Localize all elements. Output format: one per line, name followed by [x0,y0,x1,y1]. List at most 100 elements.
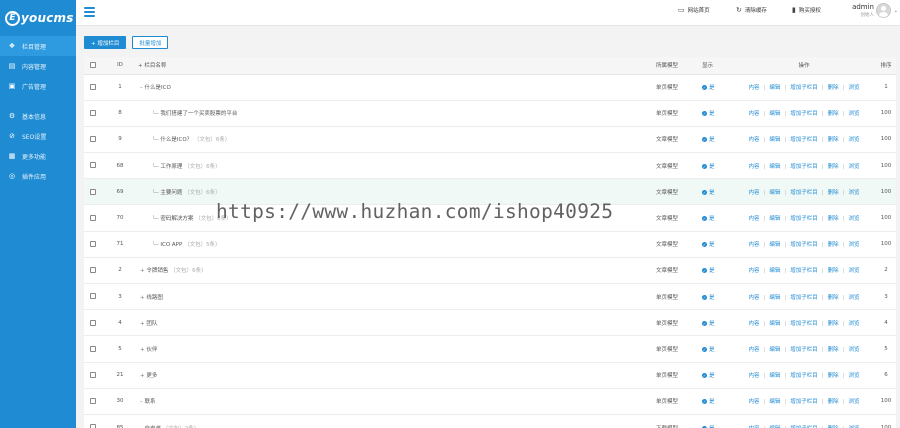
op-link-1[interactable]: 编辑 [769,295,780,301]
op-link-0[interactable]: 内容 [748,399,759,405]
table-row[interactable]: 4 + 团队 单页模型 ✓ 是内容 | 编辑 | 增加子栏目 | 删除 | 浏览 4 [84,310,896,336]
sidebar-item[interactable]: ◎ 插件应用 [0,166,76,186]
op-link-4[interactable]: 浏览 [848,164,859,170]
table-row[interactable]: 68 └─ 工作原理 （文包）6条） 文章模型 ✓ 是内容 | 编辑 | 增加子栏目 | 删除 | 浏览… [84,153,896,179]
sidebar-item[interactable]: ▤ 内容管理 [0,56,76,76]
row-checkbox[interactable] [90,424,96,428]
row-checkbox[interactable] [90,136,96,143]
tree-toggle[interactable]: + [140,347,145,353]
row-checkbox[interactable] [90,398,96,405]
op-link-0[interactable]: 内容 [748,373,759,379]
sidebar-item[interactable]: ❖ 栏目管理 [0,36,76,56]
op-link-1[interactable]: 编辑 [769,242,780,248]
row-select[interactable] [84,126,102,152]
table-row[interactable]: 8 └─ 我们搭建了一个买卖股票的平台 单页模型 ✓ 是内容 | 编辑 | 增加子栏目 | 删除 |… [84,100,896,127]
tree-toggle[interactable]: + [140,295,145,301]
op-link-4[interactable]: 浏览 [848,190,859,196]
op-link-2[interactable]: 增加子栏目 [790,85,818,91]
op-link-3[interactable]: 删除 [828,242,839,248]
show-toggle[interactable]: ✓是 [702,284,732,310]
row-checkbox[interactable] [90,319,96,326]
table-row[interactable]: 3 + 线路图 单页模型 ✓ 是内容 | 编辑 | 增加子栏目 | 删除 | 浏览 3 [84,284,896,310]
admin-menu[interactable]: admin 创始人 [852,3,874,18]
show-toggle[interactable]: ✓是 [702,310,732,336]
op-link-2[interactable]: 增加子栏目 [790,295,818,301]
table-row[interactable]: 2 + 令牌销售 （文包）6条） 文章模型 ✓ 是内容 | 编辑 | 增加子栏目 | 删除 | 浏览 2 [84,257,896,284]
row-checkbox[interactable] [90,345,96,352]
op-link-3[interactable]: 删除 [828,164,839,170]
row-select[interactable] [84,284,102,310]
op-link-1[interactable]: 编辑 [769,321,780,327]
row-select[interactable] [84,257,102,283]
op-link-2[interactable]: 增加子栏目 [790,321,818,327]
row-checkbox[interactable] [90,240,96,247]
show-toggle[interactable]: ✓是 [702,100,732,126]
tree-toggle[interactable]: + [140,321,145,327]
show-toggle[interactable]: ✓是 [702,179,732,205]
op-link-2[interactable]: 增加子栏目 [790,399,818,405]
op-link-3[interactable]: 删除 [828,347,839,353]
op-link-0[interactable]: 内容 [748,268,759,274]
row-checkbox[interactable] [90,293,96,300]
op-link-1[interactable]: 编辑 [769,268,780,274]
op-link-4[interactable]: 浏览 [848,347,859,353]
add-column-button[interactable]: + 增加栏目 [84,36,127,49]
row-select[interactable] [84,74,102,100]
op-link-2[interactable]: 增加子栏目 [790,373,818,379]
menu-toggle-icon[interactable] [84,7,95,17]
row-checkbox[interactable] [90,110,96,117]
op-link-2[interactable]: 增加子栏目 [790,190,818,196]
op-link-1[interactable]: 编辑 [769,399,780,405]
op-link-3[interactable]: 删除 [828,399,839,405]
op-link-1[interactable]: 编辑 [769,347,780,353]
tree-toggle[interactable]: + [140,268,145,274]
sidebar-item[interactable]: ▣ 广告管理 [0,76,76,96]
select-all-checkbox[interactable] [90,62,96,68]
show-toggle[interactable]: ✓是 [702,336,732,362]
row-select[interactable] [84,205,102,231]
op-link-4[interactable]: 浏览 [848,242,859,248]
op-link-4[interactable]: 浏览 [848,111,859,117]
sidebar-item[interactable]: ⚙ 基本信息 [0,106,76,126]
op-link-1[interactable]: 编辑 [769,190,780,196]
table-row[interactable]: 71 └─ ICO APP （文包）5条） 文章模型 ✓ 是内容 | 编辑 | 增加子栏目 | 删除… [84,231,896,258]
tree-toggle[interactable]: + [140,373,145,379]
op-link-0[interactable]: 内容 [748,295,759,301]
show-toggle[interactable]: ✓是 [702,257,732,283]
row-checkbox[interactable] [90,267,96,274]
op-link-3[interactable]: 删除 [828,321,839,327]
batch-add-button[interactable]: 批量增加 [132,36,169,49]
tree-toggle[interactable]: – [140,399,143,405]
show-toggle[interactable]: ✓是 [702,414,732,428]
select-all-header[interactable] [84,57,102,75]
op-link-2[interactable]: 增加子栏目 [790,268,818,274]
tree-toggle[interactable]: – [140,85,143,91]
op-link-0[interactable]: 内容 [748,321,759,327]
op-link-0[interactable]: 内容 [748,164,759,170]
op-link-2[interactable]: 增加子栏目 [790,164,818,170]
show-toggle[interactable]: ✓是 [702,362,732,388]
op-link-0[interactable]: 内容 [748,190,759,196]
table-row[interactable]: 9 └─ 什么是ICO？ （文包）6条） 文章模型 ✓ 是内容 | 编辑 | 增加子栏目 | 删除 |… [84,126,896,153]
row-checkbox[interactable] [90,188,96,195]
show-toggle[interactable]: ✓是 [702,231,732,257]
op-link-2[interactable]: 增加子栏目 [790,111,818,117]
header-name[interactable]: + 栏目名称 [138,57,656,75]
table-row[interactable]: 30– 联系 单页模型 ✓ 是内容 | 编辑 | 增加子栏目 | 删除 | 浏览 100 [84,388,896,415]
table-row[interactable]: 1– 什么是ICO 单页模型 ✓ 是内容 | 编辑 | 增加子栏目 | 删除 | 浏览 1 [84,74,896,101]
op-link-4[interactable]: 浏览 [848,373,859,379]
show-toggle[interactable]: ✓是 [702,126,732,152]
header-link-purchase[interactable]: ▮ 购买授权 [792,6,821,14]
op-link-4[interactable]: 浏览 [848,216,859,222]
table-row[interactable]: 70 └─ 密码解决方案 （文包）6条） 文章模型 ✓ 是内容 | 编辑 | 增加子栏目 | 删除 |… [84,205,896,232]
row-select[interactable] [84,336,102,362]
op-link-2[interactable]: 增加子栏目 [790,216,818,222]
row-checkbox[interactable] [90,162,96,169]
op-link-1[interactable]: 编辑 [769,164,780,170]
op-link-3[interactable]: 删除 [828,137,839,143]
op-link-0[interactable]: 内容 [748,242,759,248]
op-link-2[interactable]: 增加子栏目 [790,347,818,353]
op-link-4[interactable]: 浏览 [848,321,859,327]
table-row[interactable]: 21 + 更多 单页模型 ✓ 是内容 | 编辑 | 增加子栏目 | 删除 | 浏览 6 [84,362,896,389]
op-link-3[interactable]: 删除 [828,295,839,301]
